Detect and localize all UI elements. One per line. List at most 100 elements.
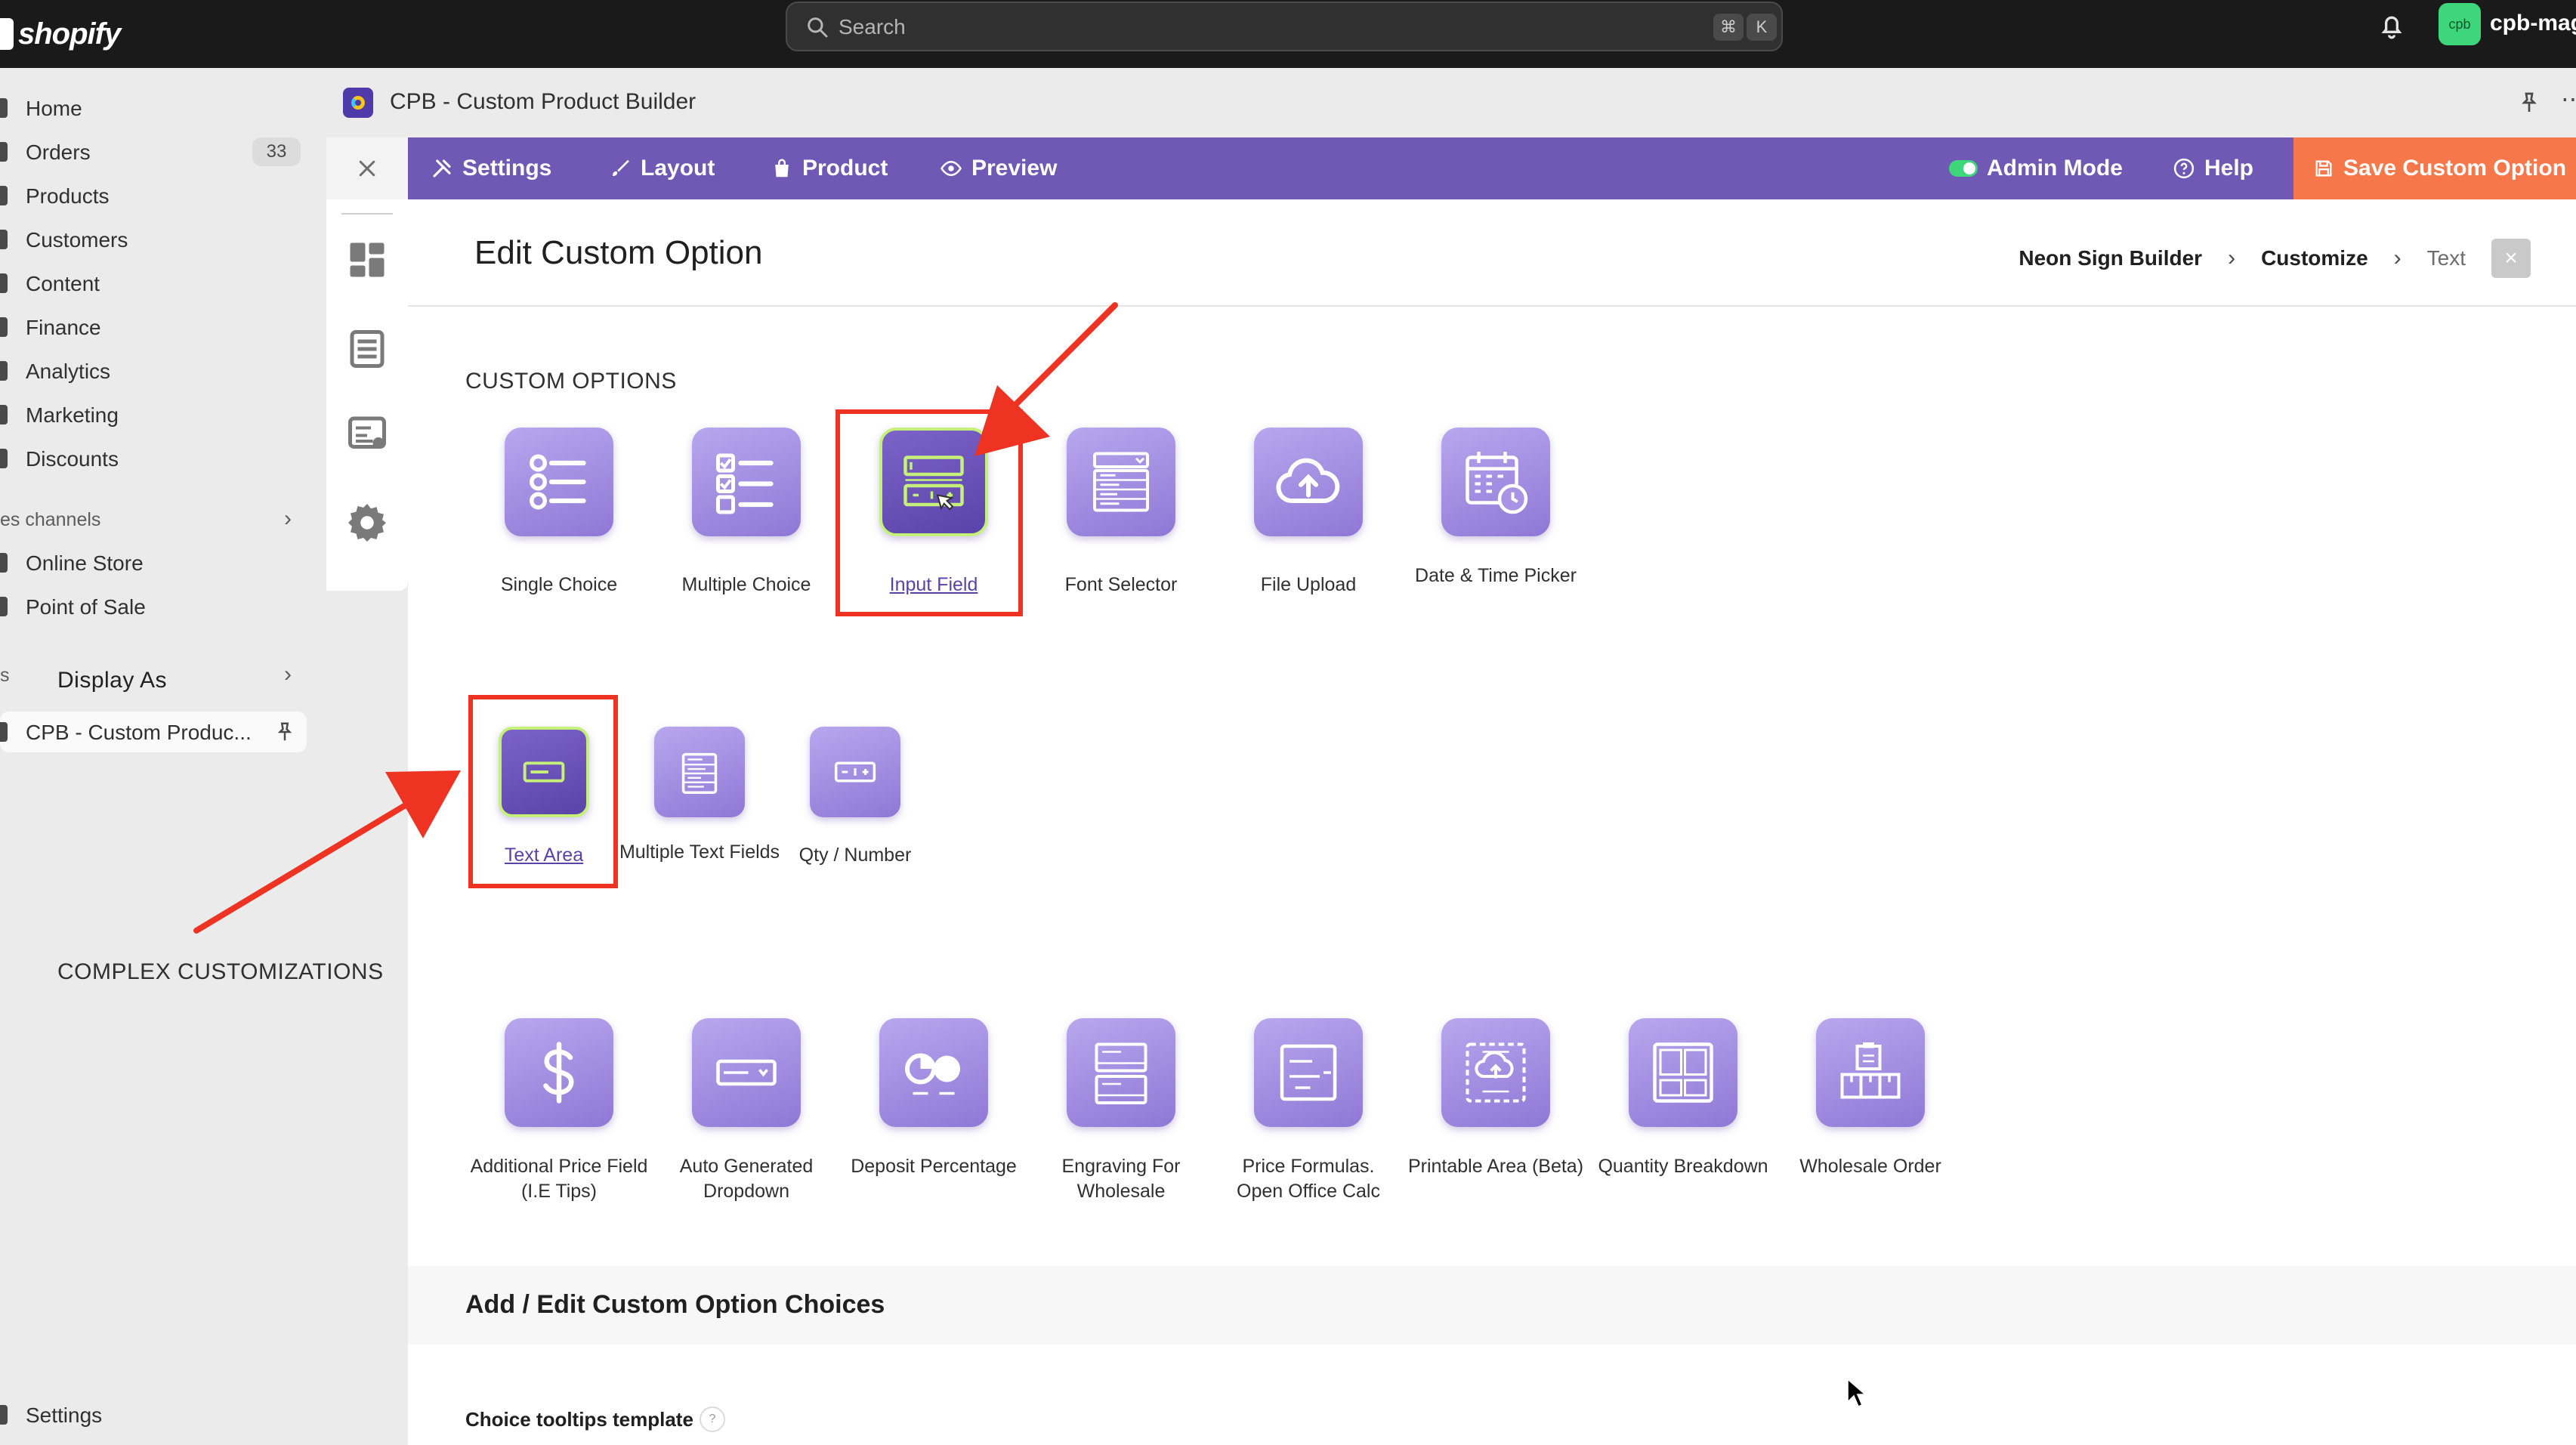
close-panel-button[interactable] [326, 137, 408, 199]
checkbox-list-icon [692, 428, 801, 536]
save-custom-option-button[interactable]: Save Custom Option [2293, 137, 2576, 199]
sidebar-item-marketing[interactable]: Marketing [0, 394, 310, 435]
admin-mode-toggle[interactable]: Admin Mode [1949, 137, 2123, 199]
toolbar-layout-button[interactable]: Layout [609, 137, 715, 199]
sidebar-item-settings[interactable]: Settings [0, 1394, 310, 1435]
save-icon [2315, 160, 2332, 177]
display-qty-number[interactable]: Qty / Number [764, 727, 946, 868]
account-name[interactable]: cpb-mago [2490, 11, 2576, 36]
search-input[interactable]: Search ⌘ K [786, 2, 1783, 51]
sidebar-item-products[interactable]: Products [0, 175, 310, 216]
formula-icon [1254, 1018, 1363, 1127]
deposit-icon [879, 1018, 988, 1127]
page-title: Edit Custom Option [474, 234, 763, 271]
apps-heading: s [0, 665, 10, 686]
complex-printable-area[interactable]: Printable Area (Beta) [1405, 1018, 1586, 1179]
finance-icon [0, 317, 8, 337]
tools-icon [433, 159, 451, 178]
top-bar: shopify Search ⌘ K cpb cpb-mago [0, 0, 2576, 68]
toolbar-help-button[interactable]: Help [2173, 137, 2253, 199]
complex-price-formulas[interactable]: Price Formulas. Open Office Calc [1218, 1018, 1399, 1204]
toggle-switch-icon [1949, 160, 1978, 177]
choices-heading: Add / Edit Custom Option Choices [465, 1290, 885, 1319]
pin-app-icon[interactable] [2517, 91, 2541, 115]
marketing-icon [0, 405, 8, 425]
option-file-upload[interactable]: File Upload [1218, 428, 1399, 597]
apps-chevron-icon[interactable]: › [284, 662, 292, 687]
dollar-icon [505, 1018, 613, 1127]
toolbar-product-button[interactable]: Product [771, 137, 888, 199]
sidebar-item-home[interactable]: Home [0, 88, 310, 128]
shopify-logo[interactable]: shopify [0, 8, 121, 60]
sidebar-item-customers[interactable]: Customers [0, 219, 310, 260]
search-placeholder: Search [839, 15, 906, 39]
sidebar-item-analytics[interactable]: Analytics [0, 350, 310, 391]
list-icon[interactable] [344, 326, 390, 372]
radio-list-icon [505, 428, 613, 536]
choice-tooltips-label: Choice tooltips template [465, 1408, 693, 1431]
sidebar-item-point-of-sale[interactable]: Point of Sale [0, 586, 310, 627]
cpb-app-logo-icon [343, 88, 373, 118]
cloud-upload-icon [1254, 428, 1363, 536]
qty-stepper-icon [810, 727, 900, 817]
rail-divider [341, 213, 393, 215]
sidebar-item-discounts[interactable]: Discounts [0, 438, 310, 479]
brush-icon [613, 159, 629, 176]
point-of-sale-icon [0, 597, 8, 616]
complex-wholesale-order[interactable]: Wholesale Order [1780, 1018, 1961, 1179]
calendar-clock-icon [1441, 428, 1550, 536]
sidebar-item-online-store[interactable]: Online Store [0, 542, 310, 583]
gear-icon[interactable] [344, 500, 390, 545]
content-icon [0, 273, 8, 293]
help-circle-icon [2173, 158, 2195, 179]
bell-icon[interactable] [2377, 11, 2407, 41]
account-avatar[interactable]: cpb [2439, 3, 2481, 45]
choices-section-header: Add / Edit Custom Option Choices [408, 1266, 2576, 1345]
complex-auto-generated-dropdown[interactable]: Auto Generated Dropdown [656, 1018, 837, 1204]
app-header: CPB - Custom Product Builder ⋯ [326, 68, 2576, 137]
sidebar-item-content[interactable]: Content [0, 263, 310, 304]
option-date-time-picker[interactable]: Date & Time Picker [1405, 428, 1586, 588]
toolbar-preview-button[interactable]: Preview [940, 137, 1057, 199]
orders-icon [0, 142, 8, 162]
dashboard-icon[interactable] [344, 237, 390, 283]
quantity-breakdown-icon [1629, 1018, 1737, 1127]
app-toolbar: Settings Layout Product Preview Admin Mo… [408, 137, 2576, 199]
mouse-cursor-icon [1847, 1378, 1867, 1408]
engraving-icon [1067, 1018, 1175, 1127]
complex-deposit-percentage[interactable]: Deposit Percentage [843, 1018, 1024, 1179]
sidebar-item-orders[interactable]: Orders 33 [0, 131, 310, 172]
wholesale-icon [1816, 1018, 1925, 1127]
sidebar-item-finance[interactable]: Finance [0, 307, 310, 347]
annotation-box-text-area [468, 695, 618, 888]
option-multiple-choice[interactable]: Multiple Choice [656, 428, 837, 597]
more-actions-icon[interactable]: ⋯ [2561, 85, 2576, 113]
tooltip-help-icon[interactable]: ? [700, 1406, 725, 1432]
breadcrumb-chevron-icon: › [2393, 245, 2401, 270]
options-settings-icon[interactable] [344, 411, 390, 456]
pin-icon[interactable] [273, 721, 296, 743]
printable-area-icon [1441, 1018, 1550, 1127]
option-single-choice[interactable]: Single Choice [468, 428, 650, 597]
customers-icon [0, 230, 8, 249]
shortcut-key-k: K [1747, 14, 1777, 41]
toolbar-settings-button[interactable]: Settings [431, 137, 551, 199]
complex-quantity-breakdown[interactable]: Quantity Breakdown [1592, 1018, 1774, 1179]
search-icon [808, 17, 828, 38]
breadcrumb-customize[interactable]: Customize [2261, 246, 2368, 270]
complex-additional-price-field[interactable]: Additional Price Field (I.E Tips) [468, 1018, 650, 1204]
display-multiple-text-fields[interactable]: Multiple Text Fields [609, 727, 790, 865]
complex-engraving-for-wholesale[interactable]: Engraving For Wholesale [1030, 1018, 1212, 1204]
orders-count-badge: 33 [252, 137, 301, 166]
breadcrumb-neon-sign-builder[interactable]: Neon Sign Builder [2018, 246, 2202, 270]
app-icon-rail [326, 137, 408, 591]
app-icon [0, 722, 8, 742]
sidebar-item-cpb-app[interactable]: CPB - Custom Produc... [0, 712, 307, 752]
multiple-lines-icon [654, 727, 745, 817]
sales-channels-chevron-icon[interactable]: › [284, 506, 292, 532]
shopify-bag-icon [0, 18, 14, 50]
products-icon [0, 186, 8, 205]
breadcrumb-text: Text [2426, 246, 2466, 270]
close-editor-button[interactable]: × [2491, 239, 2531, 278]
breadcrumb: Neon Sign Builder › Customize › Text × [2018, 239, 2531, 278]
